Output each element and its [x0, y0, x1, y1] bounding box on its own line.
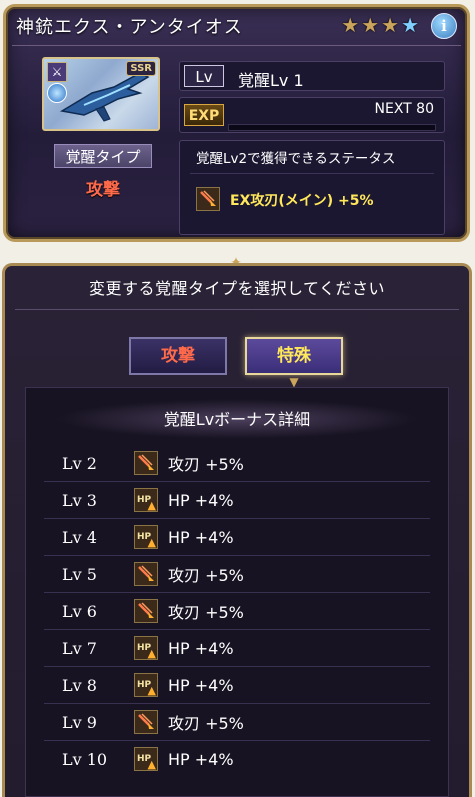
bonus-row: Lv 4 HP ▲ HP +4%: [44, 518, 430, 555]
bonus-level: Lv 4: [62, 527, 97, 547]
bonus-detail-box: 覚醒Lvボーナス詳細 Lv 2 攻刃 +5% Lv 3 HP ▲ HP +4% Lv 4 HP…: [25, 387, 449, 797]
bonus-level: Lv 3: [62, 490, 97, 510]
panel-header: 変更する覚醒タイプを選択してください: [88, 279, 386, 298]
bonus-value: HP +4%: [168, 749, 234, 769]
attack-type-button[interactable]: 攻撃: [129, 337, 227, 375]
exp-tag: EXP: [184, 104, 224, 126]
bonus-row: Lv 7 HP ▲ HP +4%: [44, 629, 430, 666]
bonus-value: 攻刃 +5%: [168, 455, 244, 474]
special-type-button[interactable]: 特殊: [245, 337, 343, 375]
next-level-panel: 覚醒Lv2で獲得できるステータス EX攻刃(メイン) +5%: [179, 140, 445, 235]
bonus-level: Lv 10: [62, 749, 108, 769]
exp-next-text: NEXT 80: [374, 101, 434, 117]
next-level-bonus: EX攻刃(メイン) +5%: [230, 193, 374, 209]
bonus-level: Lv 8: [62, 675, 97, 695]
awaken-type-label: 覚醒タイプ: [54, 144, 152, 168]
selection-pointer-icon: ▼: [289, 375, 299, 389]
bonus-row: Lv 10 HP ▲ HP +4%: [44, 740, 430, 777]
hp-up-icon: HP ▲: [134, 636, 158, 660]
bonus-level: Lv 9: [62, 712, 97, 732]
star-blue-icon: ★: [401, 13, 419, 37]
bonus-value: 攻刃 +5%: [168, 603, 244, 622]
lv-tag: Lv: [184, 65, 224, 87]
attack-up-icon: [196, 187, 220, 211]
bonus-level: Lv 6: [62, 601, 97, 621]
water-element-icon: [47, 83, 67, 103]
hp-up-icon: HP ▲: [134, 747, 158, 771]
attack-up-icon: [134, 710, 158, 734]
weapon-name: 神銃エクス・アンタイオス: [16, 17, 243, 38]
awaken-level-row: Lv 覚醒Lv 1: [179, 61, 445, 91]
star-icon: ★: [361, 13, 380, 37]
bonus-value: HP +4%: [168, 527, 234, 547]
weapon-card: 神銃エクス・アンタイオス ★ ★ ★ ★ i ⚔ SSR 覚醒タイプ 攻撃 Lv…: [3, 4, 470, 242]
panel-header-divider: [15, 309, 459, 310]
info-icon[interactable]: i: [431, 13, 457, 39]
attack-up-icon: [134, 562, 158, 586]
bonus-row: Lv 8 HP ▲ HP +4%: [44, 666, 430, 703]
bonus-level: Lv 2: [62, 453, 97, 473]
next-level-divider: [190, 173, 434, 174]
star-icon: ★: [341, 13, 360, 37]
hp-up-icon: HP ▲: [134, 525, 158, 549]
bonus-value: HP +4%: [168, 490, 234, 510]
bonus-row: Lv 3 HP ▲ HP +4%: [44, 481, 430, 518]
title-divider: [12, 45, 461, 46]
bonus-value: HP +4%: [168, 638, 234, 658]
bonus-level: Lv 7: [62, 638, 97, 658]
exp-row: EXP NEXT 80: [179, 97, 445, 133]
exp-bar: [228, 124, 436, 131]
awaken-type-select-panel: 変更する覚醒タイプを選択してください 攻撃 特殊 ▼ 覚醒Lvボーナス詳細 Lv…: [2, 263, 472, 797]
bonus-row: Lv 9 攻刃 +5%: [44, 703, 430, 740]
hp-up-icon: HP ▲: [134, 488, 158, 512]
bonus-row: Lv 6 攻刃 +5%: [44, 592, 430, 629]
next-level-title: 覚醒Lv2で獲得できるステータス: [196, 151, 396, 167]
bonus-row: Lv 2 攻刃 +5%: [44, 445, 430, 481]
bonus-level: Lv 5: [62, 564, 97, 584]
awaken-level-text: 覚醒Lv 1: [238, 71, 304, 90]
bonus-list: Lv 2 攻刃 +5% Lv 3 HP ▲ HP +4% Lv 4 HP ▲ HP +4% Lv 5…: [44, 445, 430, 777]
awaken-type-value: 攻撃: [86, 180, 120, 200]
ssr-badge: SSR: [126, 61, 156, 76]
hp-up-icon: HP ▲: [134, 673, 158, 697]
bonus-row: Lv 5 攻刃 +5%: [44, 555, 430, 592]
attack-up-icon: [134, 599, 158, 623]
bonus-value: 攻刃 +5%: [168, 566, 244, 585]
star-icon: ★: [381, 13, 400, 37]
bonus-value: HP +4%: [168, 675, 234, 695]
weapon-image[interactable]: ⚔ SSR: [42, 57, 160, 131]
bonus-heading: 覚醒Lvボーナス詳細: [163, 410, 311, 429]
attack-up-icon: [134, 451, 158, 475]
rarity-stars: ★ ★ ★ ★: [341, 15, 419, 35]
gun-type-icon: ⚔: [47, 62, 67, 82]
bonus-value: 攻刃 +5%: [168, 714, 244, 733]
